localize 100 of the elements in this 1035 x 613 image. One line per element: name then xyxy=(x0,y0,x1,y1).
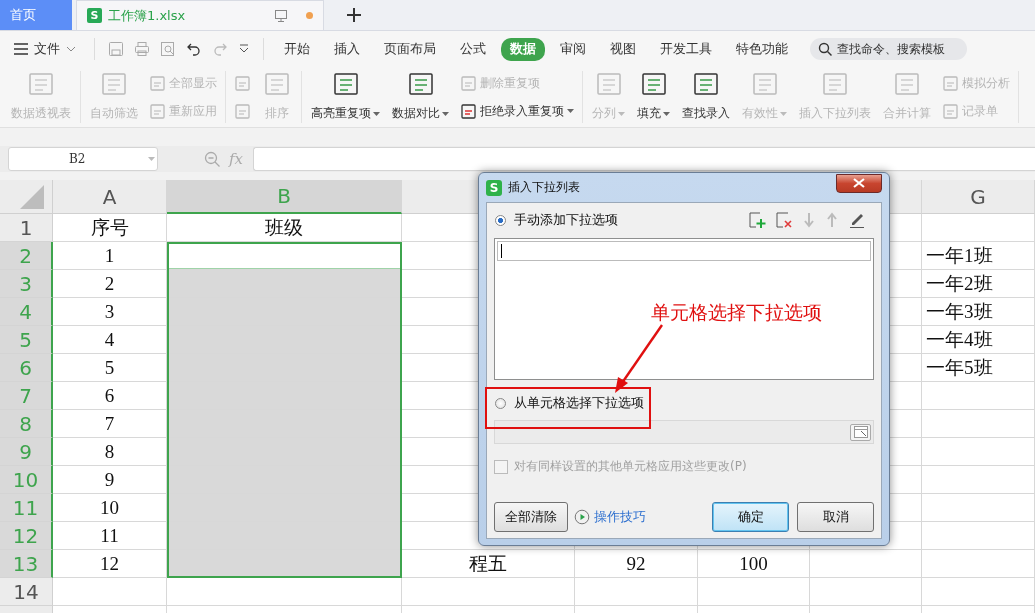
table-cell[interactable] xyxy=(810,550,922,578)
item-input-field[interactable] xyxy=(497,241,871,261)
save-icon[interactable] xyxy=(108,41,124,57)
file-menu[interactable]: 文件 xyxy=(14,40,76,58)
ribbon-tab[interactable]: 视图 xyxy=(601,37,645,61)
table-cell[interactable] xyxy=(922,578,1035,606)
name-box[interactable]: B2 xyxy=(8,147,158,171)
tips-link[interactable]: 操作技巧 xyxy=(594,508,646,526)
ribbon-tab[interactable]: 审阅 xyxy=(551,37,595,61)
clear-all-button[interactable]: 全部清除 xyxy=(494,502,568,532)
search-icon xyxy=(818,41,833,57)
ribbon-tab[interactable]: 插入 xyxy=(325,37,369,61)
table-cell[interactable] xyxy=(922,522,1035,550)
menu-icon xyxy=(14,43,28,55)
ribbon-tab[interactable]: 公式 xyxy=(451,37,495,61)
redo-icon[interactable] xyxy=(212,41,228,57)
ribbon-tab[interactable]: 特色功能 xyxy=(727,37,797,61)
table-cell[interactable] xyxy=(922,550,1035,578)
table-cell[interactable]: 2 xyxy=(53,270,167,298)
table-cell[interactable]: 一年2班 xyxy=(922,270,1035,298)
move-up-icon[interactable] xyxy=(825,211,839,229)
table-cell[interactable]: 3 xyxy=(53,298,167,326)
table-cell[interactable] xyxy=(167,550,402,578)
table-cell[interactable]: 一年1班 xyxy=(922,242,1035,270)
range-select-icon xyxy=(853,426,868,438)
table-cell[interactable]: 9 xyxy=(53,466,167,494)
undo-icon[interactable] xyxy=(186,41,202,57)
list-icon xyxy=(892,71,922,97)
radio-button[interactable] xyxy=(495,214,506,226)
option-label[interactable]: 手动添加下拉选项 xyxy=(514,211,618,229)
list-icon xyxy=(942,74,959,92)
add-item-icon[interactable] xyxy=(748,211,766,229)
annotation-text: 单元格选择下拉选项 xyxy=(651,300,822,325)
table-cell[interactable]: 92 xyxy=(575,550,698,578)
list-icon xyxy=(234,102,251,120)
ribbon-button[interactable]: 填充 xyxy=(632,67,675,127)
radio-button[interactable] xyxy=(495,397,506,409)
row-header[interactable]: 14 xyxy=(0,578,53,606)
ribbon-tab[interactable]: 页面布局 xyxy=(375,37,445,61)
table-cell[interactable]: 11 xyxy=(53,522,167,550)
table-cell[interactable]: 6 xyxy=(53,382,167,410)
ribbon-button[interactable]: 数据对比 xyxy=(387,67,454,127)
move-down-icon[interactable] xyxy=(802,211,816,229)
table-cell[interactable]: 8 xyxy=(53,438,167,466)
table-cell[interactable] xyxy=(922,410,1035,438)
table-cell[interactable]: 一年4班 xyxy=(922,326,1035,354)
table-cell[interactable] xyxy=(53,578,167,606)
search-field[interactable]: 查找命令、搜索模板 xyxy=(810,38,967,60)
close-icon xyxy=(853,178,865,188)
options-list[interactable] xyxy=(494,238,874,380)
print-icon[interactable] xyxy=(134,41,150,57)
table-cell[interactable]: 程五 xyxy=(402,550,575,578)
dialog-button[interactable]: 取消 xyxy=(797,502,874,532)
table-cell[interactable]: 一年5班 xyxy=(922,354,1035,382)
chevron-icon xyxy=(66,46,76,52)
table-cell[interactable]: 5 xyxy=(53,354,167,382)
ribbon-button[interactable]: 高亮重复项 xyxy=(306,67,385,127)
range-picker-button[interactable] xyxy=(850,423,871,441)
zoom-out-icon[interactable] xyxy=(204,150,221,168)
table-cell[interactable]: 1 xyxy=(53,242,167,270)
ribbon-button[interactable]: 拒绝录入重复项 xyxy=(458,101,576,121)
table-cell[interactable]: 班级 xyxy=(167,214,402,242)
ribbon-button[interactable]: 查找录入 xyxy=(677,67,735,127)
table-cell[interactable] xyxy=(922,438,1035,466)
range-field[interactable] xyxy=(494,420,874,444)
table-cell[interactable]: 10 xyxy=(53,494,167,522)
delete-item-icon[interactable] xyxy=(775,211,793,229)
table-cell[interactable] xyxy=(167,270,402,298)
table-cell[interactable]: 100 xyxy=(698,550,810,578)
list-icon xyxy=(99,71,129,97)
dropdown-icon[interactable] xyxy=(238,43,250,55)
ribbon-tab[interactable]: 开发工具 xyxy=(651,37,721,61)
monitor-icon[interactable] xyxy=(274,8,288,23)
print-preview-icon[interactable] xyxy=(160,41,176,57)
table-cell[interactable]: 序号 xyxy=(53,214,167,242)
table-cell[interactable] xyxy=(922,214,1035,242)
formula-input[interactable] xyxy=(253,147,1035,171)
new-tab-icon[interactable] xyxy=(346,7,362,23)
option-label[interactable]: 从单元格选择下拉选项 xyxy=(514,394,644,412)
table-cell[interactable] xyxy=(922,466,1035,494)
row-header[interactable]: 1 xyxy=(0,214,53,242)
table-cell[interactable] xyxy=(167,578,402,606)
dialog-button[interactable]: 确定 xyxy=(712,502,789,532)
table-cell[interactable]: 一年3班 xyxy=(922,298,1035,326)
list-icon xyxy=(26,71,56,97)
table-cell[interactable] xyxy=(922,494,1035,522)
play-icon[interactable] xyxy=(574,509,590,525)
edit-icon[interactable] xyxy=(848,211,866,229)
table-cell[interactable] xyxy=(402,578,575,606)
table-cell[interactable] xyxy=(698,578,810,606)
spreadsheet-logo: S xyxy=(87,8,102,23)
ribbon-tab[interactable]: 开始 xyxy=(275,37,319,61)
column-header[interactable]: G xyxy=(922,180,1035,214)
table-cell[interactable] xyxy=(575,578,698,606)
table-cell[interactable]: 4 xyxy=(53,326,167,354)
close-button[interactable] xyxy=(836,173,882,193)
table-cell[interactable]: 12 xyxy=(53,550,167,578)
table-cell[interactable] xyxy=(922,382,1035,410)
table-cell[interactable]: 7 xyxy=(53,410,167,438)
table-cell[interactable] xyxy=(810,578,922,606)
